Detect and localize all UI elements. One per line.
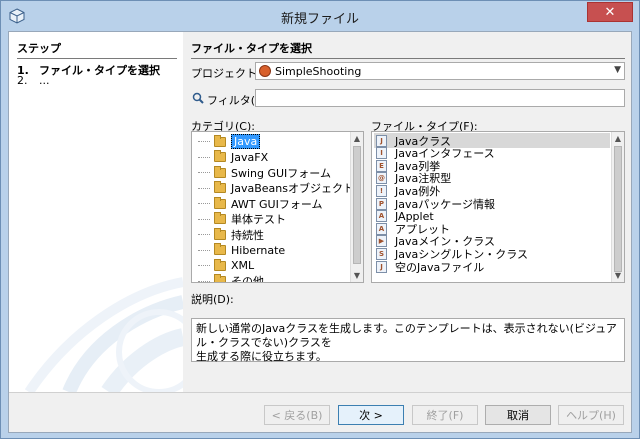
category-item[interactable]: JavaBeansオブジェクト — [214, 181, 354, 196]
tree-connector — [198, 249, 210, 251]
category-item[interactable]: Hibernate — [214, 243, 285, 258]
scroll-up-icon[interactable]: ▲ — [612, 132, 624, 145]
category-item[interactable]: その他 — [214, 274, 264, 283]
category-item[interactable]: 単体テスト — [214, 212, 286, 227]
category-label: 持続性 — [231, 228, 264, 242]
back-button[interactable]: < 戻る(B) — [264, 405, 330, 425]
folder-icon — [214, 258, 226, 271]
folder-icon — [214, 212, 226, 224]
folder-icon — [214, 134, 226, 147]
folder-icon — [214, 243, 226, 255]
category-label: Hibernate — [231, 243, 286, 257]
filetype-label: 空のJavaファイル — [395, 260, 485, 274]
steps-heading: ステップ — [17, 40, 177, 59]
main-panel: ファイル・タイプを選択 プロジェクト(P): SimpleShooting ▼ … — [191, 32, 627, 392]
folder-icon — [214, 227, 226, 240]
scroll-up-icon[interactable]: ▲ — [351, 132, 363, 145]
tree-connector — [198, 203, 210, 204]
dialog-client-area: ステップ 1. ファイル・タイプを選択 2.... ファイル・タイプを選択 プロジ… — [8, 31, 632, 433]
filetype-item[interactable]: J 空のJavaファイル — [374, 259, 610, 274]
next-button[interactable]: 次 > — [338, 405, 404, 425]
categories-scrollbar[interactable]: ▲ ▼ — [350, 132, 363, 282]
category-item[interactable]: JavaFX — [214, 150, 268, 165]
filter-input[interactable] — [255, 89, 625, 107]
tree-connector — [198, 141, 210, 142]
tree-connector — [198, 234, 210, 235]
categories-tree[interactable]: Java JavaFX Swing GUIフォーム JavaBeansオブジェクト AW… — [191, 131, 364, 283]
filetypes-scrollbar[interactable]: ▲ ▼ — [611, 132, 624, 282]
category-item[interactable]: Swing GUIフォーム — [214, 165, 331, 180]
window-title: 新規ファイル — [280, 12, 359, 27]
folder-icon — [214, 274, 226, 282]
folder-icon — [214, 165, 226, 178]
main-heading: ファイル・タイプを選択 — [191, 40, 625, 59]
close-icon: ✕ — [604, 4, 616, 20]
close-button[interactable]: ✕ — [587, 2, 633, 22]
scroll-down-icon[interactable]: ▼ — [612, 269, 624, 282]
scroll-thumb[interactable] — [353, 146, 361, 264]
tree-connector — [198, 156, 210, 158]
java-file-icon: J — [376, 260, 387, 273]
category-label: JavaBeansオブジェクト — [231, 182, 354, 195]
folder-icon — [214, 196, 226, 209]
category-label: 単体テスト — [231, 213, 286, 226]
search-icon — [192, 92, 204, 104]
category-item[interactable]: Java — [214, 134, 261, 149]
tree-connector — [198, 265, 210, 266]
category-item[interactable]: XML — [214, 258, 254, 273]
category-label: JavaFX — [231, 150, 269, 164]
steps-panel: ステップ 1. ファイル・タイプを選択 2.... — [9, 32, 183, 392]
scroll-thumb[interactable] — [614, 146, 622, 272]
scroll-down-icon[interactable]: ▼ — [351, 269, 363, 282]
tree-connector — [198, 280, 210, 282]
category-item[interactable]: 持続性 — [214, 227, 264, 242]
button-bar: < 戻る(B) 次 > 終了(F) 取消 ヘルプ(H) — [9, 392, 631, 432]
chevron-down-icon: ▼ — [614, 65, 621, 75]
finish-button[interactable]: 終了(F) — [412, 405, 478, 425]
step-item-2: 2.... — [17, 74, 50, 87]
filetypes-list-box[interactable]: J Javaクラス I Javaインタフェース E Java列挙 @ Java注釈型! Java… — [371, 131, 625, 283]
category-item[interactable]: AWT GUIフォーム — [214, 196, 323, 211]
project-coffee-icon — [259, 65, 271, 77]
description-label: 説明(D): — [191, 293, 234, 306]
step-label: ... — [39, 74, 50, 87]
project-value: SimpleShooting — [275, 64, 362, 78]
help-button[interactable]: ヘルプ(H) — [558, 405, 624, 425]
title-bar[interactable]: 新規ファイル ✕ — [1, 1, 639, 31]
step-number: 2. — [17, 74, 28, 87]
category-label: その他 — [231, 275, 264, 283]
tree-connector — [198, 218, 210, 220]
cancel-button[interactable]: 取消 — [485, 405, 551, 425]
step-label: ファイル・タイプを選択 — [39, 64, 160, 77]
category-label: Java — [231, 134, 261, 149]
category-label: Swing GUIフォーム — [231, 166, 331, 180]
tree-connector — [198, 187, 210, 189]
tree-connector — [198, 172, 210, 173]
folder-icon — [214, 181, 226, 193]
steps-decoration-image — [24, 277, 183, 392]
description-text: 新しい通常のJavaクラスを生成します。このテンプレートは、表示されない(ビジュ… — [191, 318, 625, 363]
project-combobox[interactable]: SimpleShooting ▼ — [255, 62, 625, 80]
folder-icon — [214, 150, 226, 162]
category-label: AWT GUIフォーム — [231, 197, 323, 211]
dialog-window: 新規ファイル ✕ ステップ 1. ファイル・タイプを選択 2.... ファイル・タ… — [0, 0, 640, 439]
category-label: XML — [231, 259, 255, 272]
